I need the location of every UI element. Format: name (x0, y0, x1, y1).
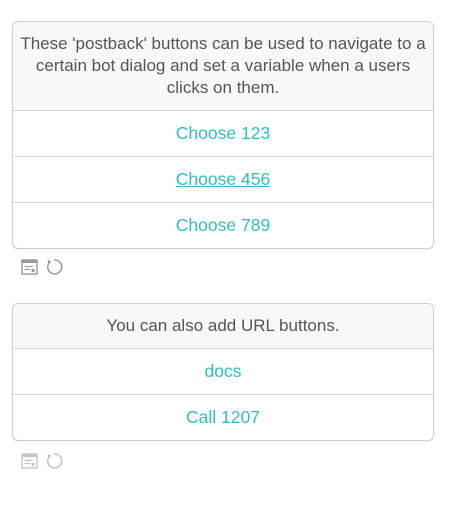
postback-button-choose-123[interactable]: Choose 123 (13, 111, 433, 157)
message-text: These 'postback' buttons can be used to … (13, 22, 433, 111)
postback-button-choose-789[interactable]: Choose 789 (13, 203, 433, 248)
replay-icon[interactable] (44, 257, 64, 277)
postback-button-choose-456[interactable]: Choose 456 (13, 157, 433, 203)
message-tools (20, 450, 64, 472)
url-button-docs[interactable]: docs (13, 349, 433, 395)
url-button-call-1207[interactable]: Call 1207 (13, 395, 433, 440)
message-detail-icon[interactable] (20, 257, 40, 277)
message-tools (20, 256, 64, 278)
replay-icon[interactable] (44, 451, 64, 471)
message-text: You can also add URL buttons. (13, 304, 433, 349)
message-card: You can also add URL buttons. docs Call … (12, 303, 434, 441)
message-card: These 'postback' buttons can be used to … (12, 21, 434, 249)
message-detail-icon[interactable] (20, 451, 40, 471)
